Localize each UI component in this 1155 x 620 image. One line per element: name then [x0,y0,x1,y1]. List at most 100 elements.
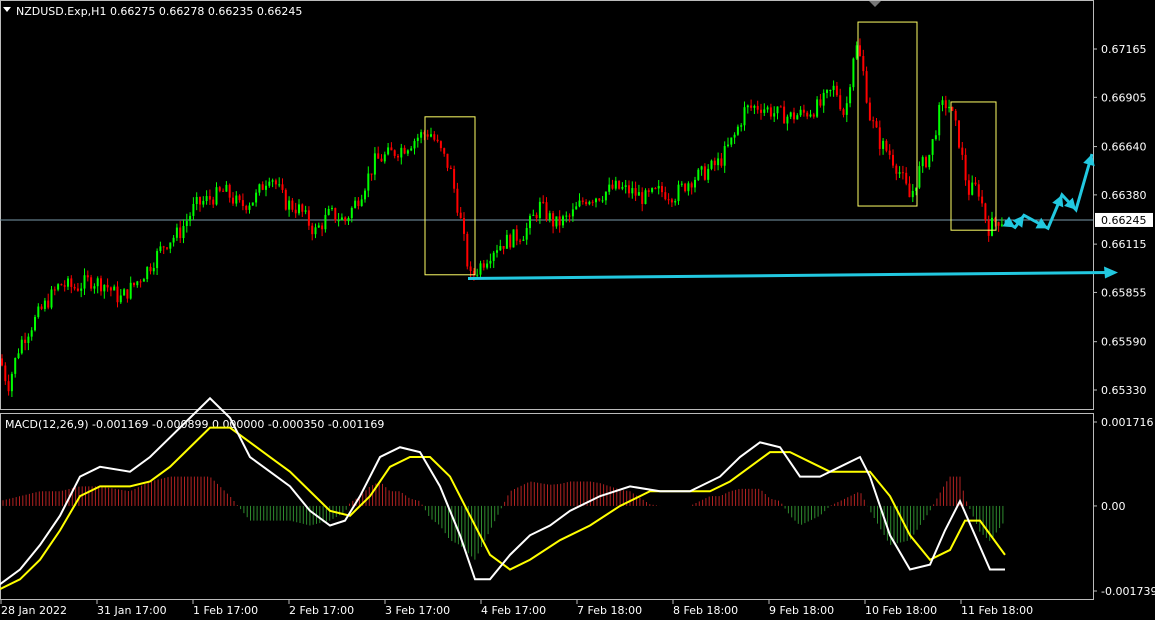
candle-bear [958,120,960,148]
candle-bear [875,121,878,128]
candle-bear [944,100,947,109]
candle-bear [208,196,211,200]
candle-bull [10,373,13,392]
candle-bull [852,58,855,88]
time-tick-label: 3 Feb 17:00 [385,604,450,617]
candle-bear [888,150,891,155]
candle-bull [707,168,710,180]
candle-bear [245,205,248,210]
candle-bear [819,99,822,106]
candle-bear [611,184,614,189]
candle-bear [76,288,79,291]
candle-bull [938,104,941,136]
time-tick-label: 31 Jan 17:00 [97,604,167,617]
candle-bull [387,147,390,155]
candle-bull [255,192,258,203]
candle-bull [37,306,40,317]
candle-bear [133,282,135,286]
candle-bull [776,106,779,114]
candle-bull [152,268,155,272]
candle-bear [859,45,861,57]
candle-bear [515,229,518,241]
candle-bear [872,120,875,122]
candle-bull [680,183,683,185]
candle-bull [522,239,525,241]
candle-bear [456,188,459,213]
macd-tick-label: -0.001739 [1101,585,1155,598]
candle-bear [307,210,310,226]
candle-bull [796,115,799,120]
candle-bull [608,184,611,192]
candle-bear [667,199,670,201]
symbol-header: NZDUSD.Exp,H1 0.66275 0.66278 0.66235 0.… [16,5,302,18]
candle-bull [479,263,482,275]
candle-bull [486,263,489,268]
candle-bull [17,353,20,359]
candle-bear [690,183,693,188]
candle-bull [651,188,654,192]
candle-bull [288,200,291,210]
candle-bull [347,218,350,222]
candle-bull [251,202,254,206]
candle-bear [519,240,522,242]
candle-bear [713,160,716,166]
candle-bull [575,206,578,210]
candle-bear [967,180,970,195]
candle-bull [175,227,178,238]
candle-bull [855,45,858,59]
candle-bull [562,216,564,226]
candle-bull [146,266,149,280]
candle-bear [7,381,10,392]
candle-bear [908,183,911,198]
trading-chart[interactable]: NZDUSD.Exp,H1 0.66275 0.66278 0.66235 0.… [0,0,1155,620]
candle-bear [344,217,347,222]
candle-bull [578,200,581,207]
candle-bull [644,190,647,204]
candle-bear [984,203,987,220]
candle-bull [367,173,370,191]
candle-bull [182,225,185,239]
candle-bull [159,246,162,251]
candle-bull [773,113,776,117]
candle-bull [710,160,713,169]
candle-bear [509,234,512,248]
candle-bull [882,140,885,149]
candle-bull [192,203,195,216]
candle-bull [205,196,208,201]
candle-bull [565,215,568,217]
candle-bear [86,275,89,278]
candle-bull [30,330,33,337]
candle-bear [139,281,142,283]
candle-bull [727,144,729,147]
candle-bull [83,275,86,289]
candle-bull [601,200,604,202]
candle-bull [700,166,703,170]
candle-bull [400,147,403,158]
candle-bull [324,214,327,230]
candle-bear [60,284,63,286]
candle-bear [581,200,584,202]
candle-bull [928,154,931,168]
candle-bull [142,279,145,282]
candle-bear [585,201,588,205]
candle-bear [1,358,3,366]
candle-bear [654,188,657,190]
candle-bear [987,219,990,236]
candle-bull [736,126,739,135]
candle-bull [317,225,320,228]
candle-bear [274,180,277,185]
candle-bull [258,184,261,193]
candle-bear [63,285,66,287]
candle-bear [964,154,967,181]
candle-bull [364,190,366,200]
candle-bull [202,200,205,205]
candle-bull [298,204,300,214]
candle-bull [420,132,423,138]
candle-bear [393,150,396,156]
candle-bear [981,196,984,204]
candle-bull [816,99,819,117]
candle-bear [977,184,980,197]
candle-bull [532,214,535,216]
candle-bull [278,184,281,186]
candle-bear [598,198,601,201]
